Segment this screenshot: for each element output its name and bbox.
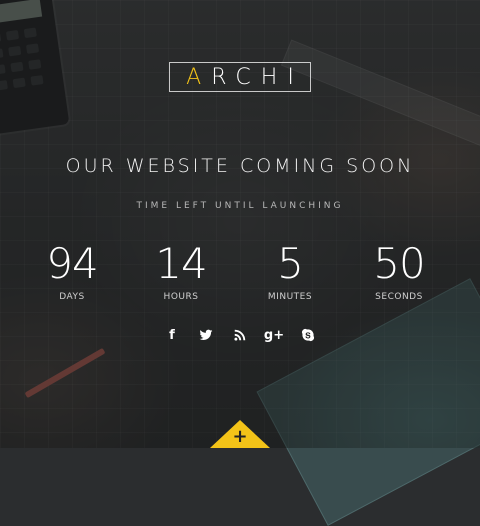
google-plus-icon[interactable]: g+ bbox=[264, 326, 284, 344]
countdown-minutes: 5 MINUTES bbox=[240, 239, 340, 303]
countdown-label: SECONDS bbox=[375, 292, 423, 302]
countdown-seconds: 50 SECONDS bbox=[349, 239, 449, 303]
countdown-value: 50 bbox=[373, 239, 425, 288]
archi-logo[interactable]: A RCHI bbox=[169, 62, 311, 92]
logo-accent-letter: A bbox=[186, 64, 212, 90]
coming-soon-page: A RCHI OUR WEBSITE COMING SOON TIME LEFT … bbox=[0, 0, 480, 448]
expand-toggle-button[interactable]: + bbox=[210, 420, 270, 448]
facebook-icon[interactable]: f bbox=[164, 326, 180, 344]
countdown-label: HOURS bbox=[163, 292, 199, 302]
social-links: f g+ bbox=[0, 326, 480, 346]
page-subtitle: TIME LEFT UNTIL LAUNCHING bbox=[136, 201, 344, 211]
countdown-label: DAYS bbox=[59, 292, 85, 302]
plus-icon: + bbox=[232, 426, 248, 447]
countdown-value: 5 bbox=[277, 239, 304, 288]
skype-icon[interactable] bbox=[300, 326, 316, 344]
page-title: OUR WEBSITE COMING SOON bbox=[65, 155, 415, 177]
twitter-icon[interactable] bbox=[198, 326, 214, 344]
countdown-label: MINUTES bbox=[267, 292, 313, 302]
countdown-hours: 14 HOURS bbox=[131, 239, 231, 303]
rss-icon[interactable] bbox=[232, 326, 248, 344]
countdown-value: 14 bbox=[155, 239, 207, 288]
countdown-days: 94 DAYS bbox=[22, 239, 122, 303]
logo-rest: RCHI bbox=[211, 64, 304, 90]
countdown-value: 94 bbox=[46, 239, 98, 288]
